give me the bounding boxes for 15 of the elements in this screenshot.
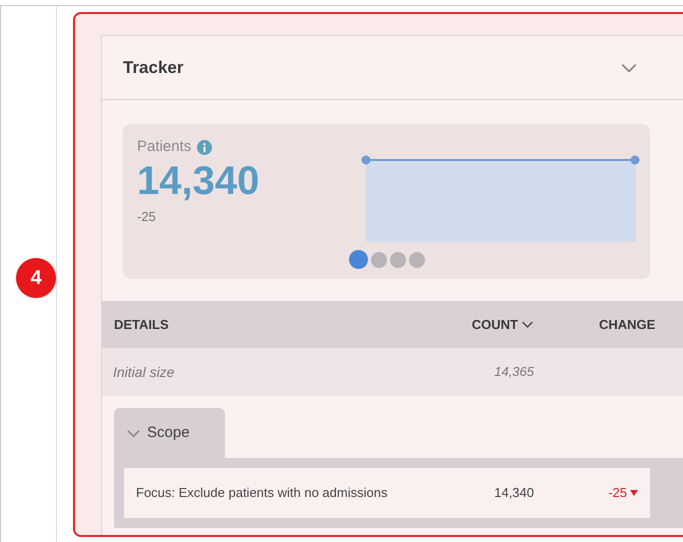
table-cell-text: Initial size — [112, 362, 176, 382]
callout-badge: 4 — [16, 258, 56, 298]
column-header[interactable]: DETAILS — [102, 314, 452, 334]
scope-label: Focus: Exclude patients with no admissions — [135, 484, 388, 502]
metric-value: 14,340 — [137, 158, 260, 202]
metric-change: -25 — [137, 208, 157, 226]
info-icon[interactable] — [197, 140, 212, 155]
scope-tab[interactable]: Scope — [114, 408, 225, 458]
card-title: Tracker — [123, 56, 184, 79]
change-value: -25 — [608, 484, 627, 502]
scope-count: 14,340 — [493, 484, 534, 502]
metric-label: Patients — [137, 137, 192, 157]
column-header[interactable]: CHANGE — [534, 314, 656, 334]
table-cell-text: 14,365 — [493, 363, 534, 382]
column-header[interactable]: COUNT — [452, 314, 534, 334]
